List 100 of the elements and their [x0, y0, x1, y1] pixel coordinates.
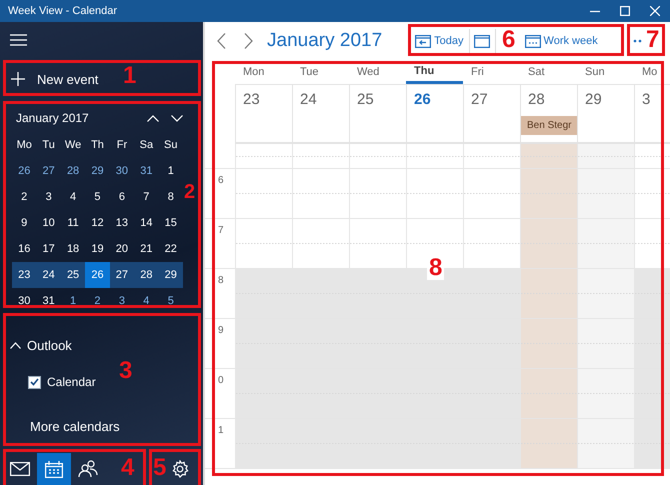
calendar-day[interactable]: 8 — [158, 184, 183, 210]
calendar-day[interactable]: 27 — [36, 158, 61, 184]
calendar-day[interactable]: 25 — [60, 262, 86, 288]
mail-icon — [10, 462, 30, 476]
calendar-week-icon — [524, 34, 541, 48]
date-number: 29 — [585, 91, 602, 108]
calendar-day[interactable]: 4 — [134, 288, 159, 314]
weekday-label: We — [64, 138, 82, 153]
calendar-day[interactable]: 4 — [60, 184, 86, 210]
date-number: 28 — [528, 91, 545, 108]
account-name[interactable]: Outlook — [27, 338, 72, 352]
chevron-up-icon[interactable] — [147, 114, 159, 122]
calendar-day[interactable]: 9 — [12, 210, 36, 236]
calendar-button[interactable] — [37, 453, 71, 485]
calendar-day[interactable]: 7 — [134, 184, 159, 210]
annotation-frame — [627, 24, 665, 56]
event-chip[interactable]: Ben Stegr — [521, 116, 578, 135]
calendar-day[interactable]: 29 — [158, 262, 183, 288]
weekday-header: Thu — [406, 60, 463, 84]
calendar-day[interactable]: 22 — [158, 236, 183, 262]
calendar-icon — [45, 460, 63, 478]
weekday-label: Fr — [116, 138, 128, 153]
calendar-day[interactable]: 15 — [158, 210, 183, 236]
time-slot[interactable] — [634, 269, 670, 319]
time-slot[interactable] — [634, 169, 670, 219]
weekday-label: Th — [90, 138, 105, 153]
calendar-day[interactable]: 3 — [36, 184, 61, 210]
calendar-day[interactable]: 2 — [85, 288, 110, 314]
date-number: 25 — [357, 91, 374, 108]
close-icon[interactable] — [650, 6, 660, 16]
today-button[interactable]: Today — [410, 29, 470, 53]
calendar-week-row[interactable]: 26 27 28 29 30 31 1 — [12, 158, 183, 184]
weekday-header: Tue — [299, 65, 320, 80]
weekday-header: Fri — [470, 65, 485, 80]
checkbox[interactable] — [28, 376, 41, 388]
calendar-day[interactable]: 11 — [60, 210, 86, 236]
calendar-day[interactable]: 31 — [36, 288, 61, 314]
weekday-header: Sat — [527, 65, 546, 80]
maximize-icon[interactable] — [620, 6, 630, 16]
calendar-day[interactable]: 14 — [134, 210, 159, 236]
calendar-day[interactable]: 26 — [85, 262, 110, 288]
more-icon[interactable] — [633, 39, 642, 43]
calendar-week-row[interactable]: 9 10 11 12 13 14 15 — [12, 210, 183, 236]
window-title: Week View - Calendar — [7, 5, 118, 17]
calendar-week-row[interactable]: 2 3 4 5 6 7 8 — [12, 184, 183, 210]
chevron-down-icon[interactable] — [171, 114, 183, 122]
people-icon — [78, 460, 98, 478]
calendar-day[interactable]: 20 — [110, 236, 134, 262]
time-slot[interactable] — [634, 419, 670, 469]
weekday-header: Sun — [584, 65, 606, 80]
calendar-day[interactable]: 3 — [110, 288, 134, 314]
annotation-number: 3 — [119, 359, 132, 383]
annotation-number: 8 — [427, 256, 444, 280]
calendar-name: Calendar — [47, 375, 96, 389]
weekday-header: Mon — [242, 65, 266, 80]
calendar-day[interactable]: 16 — [12, 236, 36, 262]
plus-icon — [11, 72, 25, 86]
caret-up-icon[interactable] — [10, 342, 21, 348]
time-slot[interactable] — [634, 144, 670, 169]
calendar-day[interactable]: 27 — [110, 262, 134, 288]
calendar-day[interactable]: 17 — [36, 236, 61, 262]
calendar-day[interactable]: 30 — [12, 288, 36, 314]
calendar-day[interactable]: 13 — [110, 210, 134, 236]
calendar-day[interactable]: 12 — [85, 210, 110, 236]
weekday-label: Tu — [41, 138, 56, 153]
time-slot[interactable] — [634, 219, 670, 269]
settings-icon — [171, 460, 189, 478]
more-calendars-link[interactable]: More calendars — [10, 419, 203, 434]
weekday-label: Mo — [16, 138, 33, 153]
work-week-button[interactable]: Work week — [522, 29, 601, 53]
calendar-day[interactable]: 26 — [12, 158, 36, 184]
chevron-right-icon[interactable] — [244, 33, 253, 49]
annotation-number: 2 — [184, 182, 196, 202]
calendar-day[interactable]: 19 — [85, 236, 110, 262]
selected-week-band[interactable]: 23 24 25 26 27 28 29 — [12, 262, 183, 288]
calendar-day[interactable]: 1 — [158, 158, 183, 184]
calendar-day[interactable]: 28 — [134, 262, 159, 288]
calendar-day[interactable]: 2 — [12, 184, 36, 210]
month-title: January 2017 — [15, 111, 90, 125]
date-number: 24 — [300, 91, 317, 108]
calendar-week-row[interactable]: 30 31 1 2 3 4 5 — [12, 288, 183, 314]
calendar-day[interactable]: 18 — [60, 236, 86, 262]
annotation-number: 5 — [153, 456, 166, 480]
calendar-day[interactable]: 28 — [60, 158, 86, 184]
menu-icon[interactable] — [10, 34, 27, 46]
calendar-day[interactable]: 1 — [60, 288, 86, 314]
calendar-day[interactable]: 30 — [110, 158, 134, 184]
chevron-left-icon[interactable] — [217, 33, 226, 49]
calendar-icon — [474, 34, 490, 48]
calendar-day[interactable]: 31 — [134, 158, 159, 184]
calendar-week-row[interactable]: 16 17 18 19 20 21 22 — [12, 236, 183, 262]
calendar-day[interactable]: 21 — [134, 236, 159, 262]
calendar-day[interactable]: 6 — [110, 184, 134, 210]
calendar-day[interactable]: 23 — [12, 262, 36, 288]
calendar-day[interactable]: 24 — [36, 262, 61, 288]
calendar-day[interactable]: 29 — [85, 158, 110, 184]
calendar-day[interactable]: 10 — [36, 210, 61, 236]
weekday-header: Wed — [356, 65, 380, 80]
calendar-day[interactable]: 5 — [85, 184, 110, 210]
calendar-day[interactable]: 5 — [158, 288, 183, 314]
